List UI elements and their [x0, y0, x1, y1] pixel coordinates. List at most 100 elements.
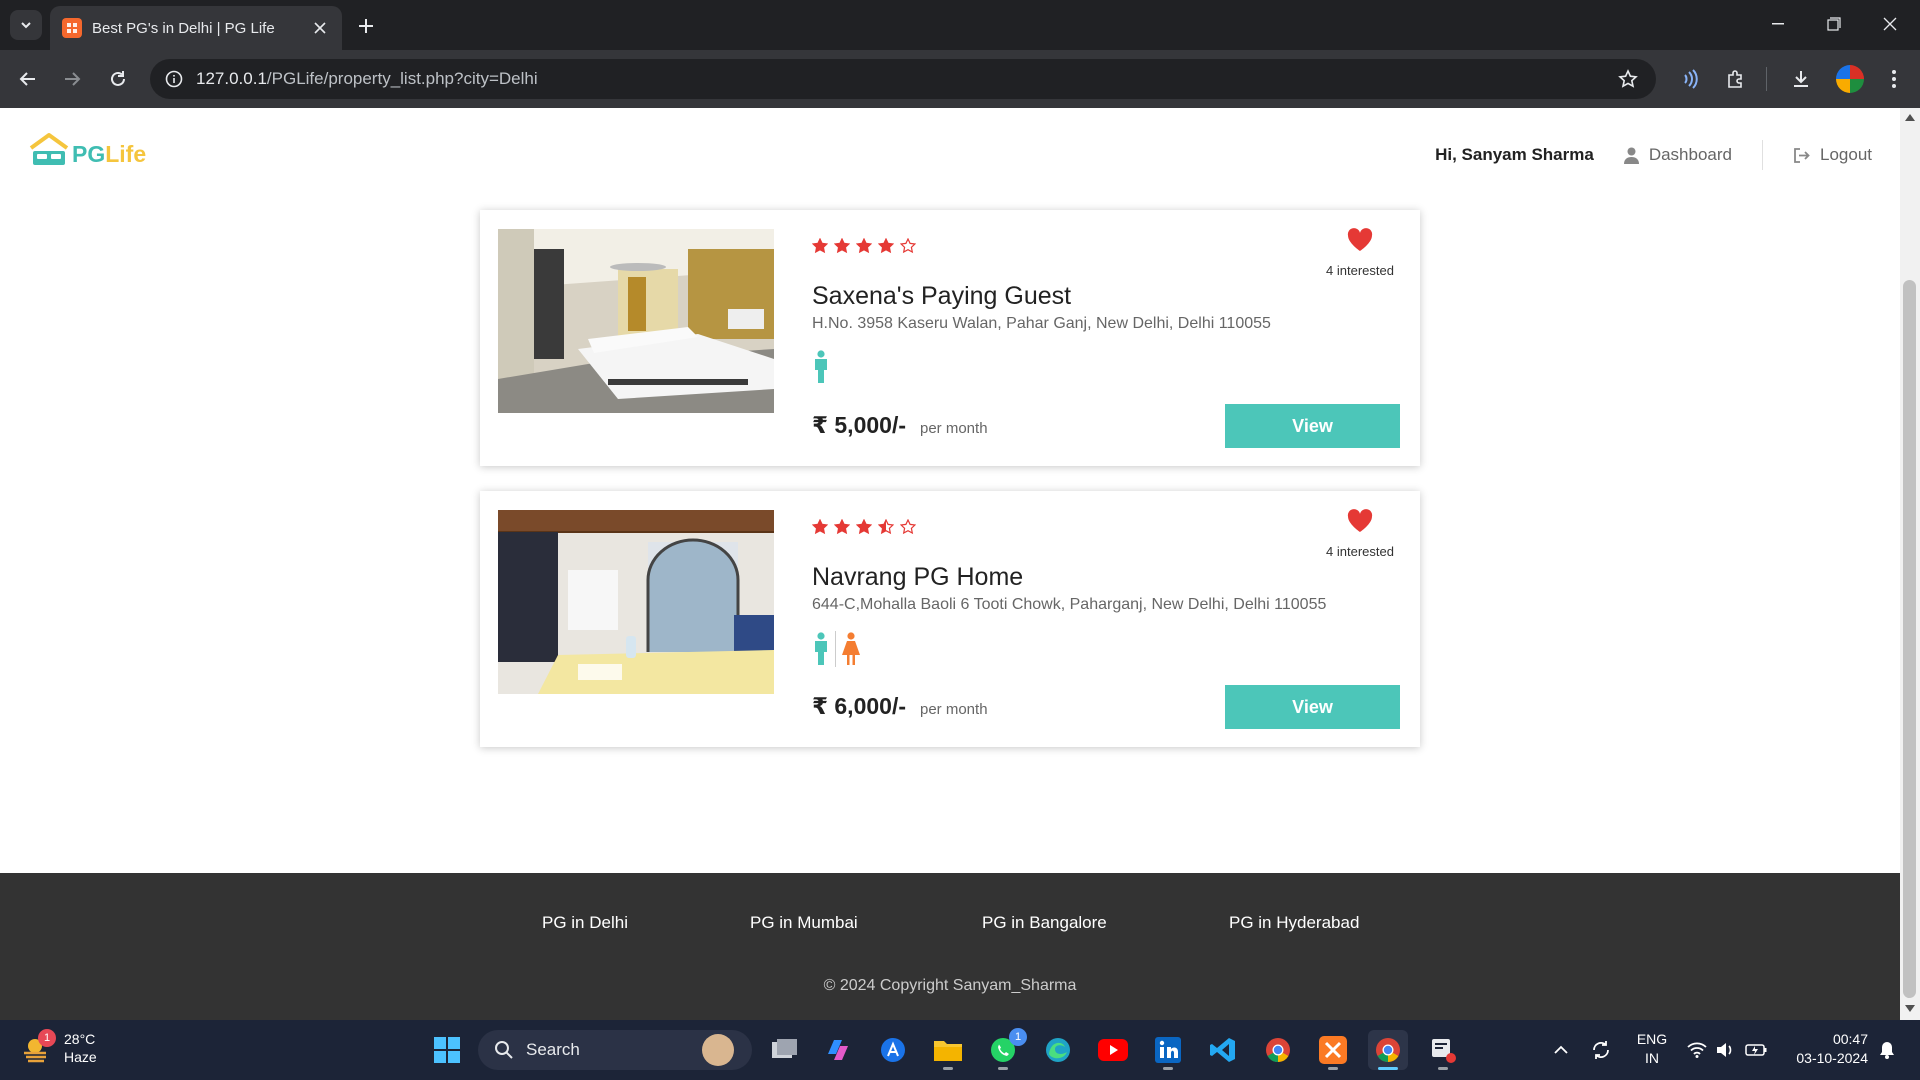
file-explorer-app[interactable] — [928, 1030, 968, 1070]
weather-widget[interactable]: 1 28°C Haze — [22, 1029, 97, 1066]
chrome-icon — [1374, 1036, 1402, 1064]
show-hidden-icons[interactable] — [1548, 1020, 1574, 1080]
property-address: H.No. 3958 Kaseru Walan, Pahar Ganj, New… — [812, 315, 1271, 332]
restore-button[interactable] — [1806, 0, 1862, 48]
app-store-app[interactable] — [873, 1030, 913, 1070]
scroll-up-arrow[interactable] — [1905, 114, 1915, 121]
whatsapp-app[interactable]: 1 — [983, 1028, 1027, 1070]
property-image — [498, 229, 774, 413]
female-icon — [841, 632, 861, 666]
site-footer: PG in Delhi PG in Mumbai PG in Bangalore… — [0, 873, 1900, 1020]
sync-tray-item[interactable] — [1586, 1020, 1616, 1080]
minimize-button[interactable] — [1750, 0, 1806, 48]
rent-info: ₹ 6,000/- per month — [812, 693, 988, 720]
close-icon[interactable] — [310, 18, 330, 38]
download-icon[interactable] — [1787, 65, 1815, 93]
star-icon-empty — [900, 519, 916, 535]
brand-logo[interactable]: PGLife — [28, 132, 146, 168]
weather-badge: 1 — [38, 1029, 56, 1047]
brand-pg: PG — [72, 141, 106, 167]
back-button[interactable] — [12, 63, 44, 95]
chrome-dev-app[interactable] — [1368, 1030, 1408, 1070]
copyright-text: © 2024 Copyright Sanyam_Sharma — [823, 977, 1077, 994]
logout-link[interactable]: Logout — [1793, 145, 1872, 165]
star-icon-half — [878, 519, 894, 535]
url-path: /PGLife/property_list.php?city=Delhi — [266, 69, 538, 88]
weather-text: 28°C Haze — [64, 1030, 97, 1066]
footer-link-hyderabad[interactable]: PG in Hyderabad — [1229, 913, 1359, 933]
star-icon-full — [812, 238, 828, 254]
vscode-app[interactable] — [1203, 1030, 1243, 1070]
new-tab-button[interactable] — [352, 12, 380, 40]
footer-link-delhi[interactable]: PG in Delhi — [542, 913, 628, 933]
profile-avatar[interactable] — [1836, 65, 1864, 93]
star-icon-full — [834, 519, 850, 535]
rent-amount: ₹ 6,000/- — [812, 693, 906, 719]
scrollbar-thumb[interactable] — [1903, 280, 1916, 998]
user-greeting: Hi, Sanyam Sharma — [1435, 145, 1594, 164]
rent-amount: ₹ 5,000/- — [812, 412, 906, 438]
wifi-icon — [1687, 1042, 1707, 1058]
copilot-app[interactable] — [818, 1030, 858, 1070]
language-indicator[interactable]: ENG IN — [1630, 1030, 1674, 1068]
task-view-icon — [770, 1038, 798, 1062]
task-view-button[interactable] — [764, 1030, 804, 1070]
info-icon[interactable] — [162, 67, 186, 91]
tab-search-button[interactable] — [10, 10, 42, 40]
footer-link-bangalore[interactable]: PG in Bangalore — [982, 913, 1107, 933]
youtube-app[interactable] — [1093, 1030, 1133, 1070]
chevron-up-icon — [1554, 1045, 1568, 1055]
heart-icon[interactable] — [1347, 228, 1373, 252]
interest-block: 4 interested — [1320, 228, 1400, 278]
running-indicator — [998, 1067, 1008, 1070]
snipping-tool-app[interactable] — [1423, 1030, 1463, 1070]
running-indicator — [1438, 1067, 1448, 1070]
address-bar[interactable]: 127.0.0.1/PGLife/property_list.php?city=… — [150, 59, 1656, 99]
window-close-button[interactable] — [1862, 0, 1918, 48]
interested-count: 4 interested — [1326, 263, 1394, 278]
star-icon-full — [856, 519, 872, 535]
system-clock[interactable]: 00:47 03-10-2024 — [1784, 1030, 1868, 1068]
running-indicator — [1163, 1067, 1173, 1070]
haze-weather-icon: 1 — [22, 1029, 56, 1063]
rent-unit: per month — [920, 420, 988, 437]
volume-tray-item[interactable] — [1712, 1020, 1738, 1080]
url-host: 127.0.0.1 — [196, 69, 267, 88]
vscode-icon — [1209, 1036, 1237, 1064]
edge-app[interactable] — [1038, 1030, 1078, 1070]
maximize-icon — [1827, 17, 1841, 31]
interested-count: 4 interested — [1326, 544, 1394, 559]
forward-button[interactable] — [56, 63, 88, 95]
property-details: 4 interested Saxena's Paying Guest H.No.… — [812, 210, 1400, 466]
clock-date: 03-10-2024 — [1796, 1050, 1868, 1066]
more-icon[interactable] — [1880, 65, 1908, 93]
heart-icon[interactable] — [1347, 509, 1373, 533]
browser-tab-active[interactable]: Best PG's in Delhi | PG Life — [50, 6, 342, 50]
xampp-app[interactable] — [1313, 1030, 1353, 1070]
scroll-down-arrow[interactable] — [1905, 1005, 1915, 1012]
network-tray-item[interactable] — [1684, 1020, 1710, 1080]
notifications-button[interactable] — [1874, 1020, 1900, 1080]
star-bookmark-icon[interactable] — [1616, 67, 1640, 91]
battery-tray-item[interactable] — [1742, 1020, 1770, 1080]
star-icon-full — [878, 238, 894, 254]
view-button[interactable]: View — [1225, 404, 1400, 448]
read-aloud-icon[interactable] — [1676, 65, 1704, 93]
start-button[interactable] — [427, 1030, 467, 1070]
chrome-app[interactable] — [1258, 1030, 1298, 1070]
reload-button[interactable] — [102, 63, 134, 95]
dashboard-link[interactable]: Dashboard — [1623, 145, 1732, 165]
top-navigation: Hi, Sanyam Sharma Dashboard Logout — [1435, 140, 1872, 170]
property-name: Navrang PG Home — [812, 563, 1024, 591]
view-button[interactable]: View — [1225, 685, 1400, 729]
footer-link-mumbai[interactable]: PG in Mumbai — [750, 913, 858, 933]
clock-time: 00:47 — [1832, 1031, 1868, 1047]
windows-icon — [433, 1036, 461, 1064]
speaker-icon — [1715, 1042, 1735, 1058]
linkedin-app[interactable] — [1148, 1030, 1188, 1070]
running-indicator — [943, 1067, 953, 1070]
extensions-icon[interactable] — [1722, 65, 1750, 93]
gender-indicator — [812, 350, 830, 384]
taskbar-search[interactable]: Search — [478, 1030, 752, 1070]
xampp-icon — [1319, 1036, 1347, 1064]
